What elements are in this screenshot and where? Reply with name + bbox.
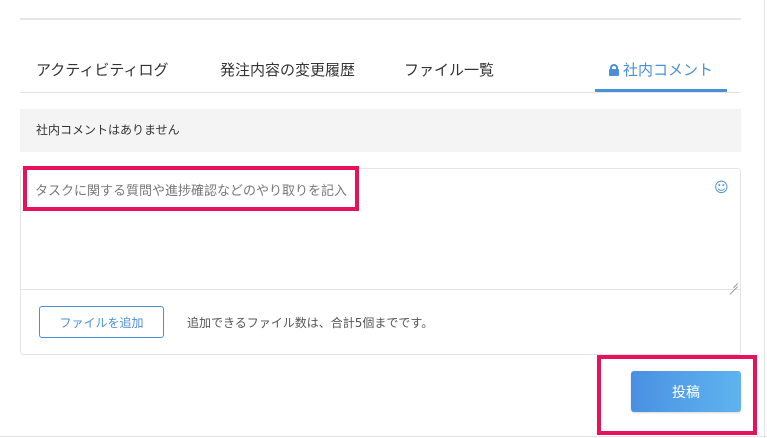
comment-input[interactable] bbox=[21, 169, 740, 290]
post-button[interactable]: 投稿 bbox=[631, 371, 741, 412]
tab-order-change-history[interactable]: 発注内容の変更履歴 bbox=[220, 56, 355, 92]
tab-internal-comments[interactable]: 社内コメント bbox=[594, 56, 728, 92]
panel-bottom-edge bbox=[0, 436, 767, 437]
top-divider bbox=[20, 18, 741, 20]
tab-activity-log[interactable]: アクティビティログ bbox=[36, 56, 168, 92]
comment-compose-box: ☺ ファイルを追加 追加できるファイル数は、合計5個までです。 bbox=[20, 168, 741, 355]
lock-icon bbox=[609, 64, 619, 76]
tab-file-list-label: ファイル一覧 bbox=[404, 61, 495, 79]
add-file-button[interactable]: ファイルを追加 bbox=[39, 306, 164, 338]
tab-internal-comments-label: 社内コメント bbox=[623, 61, 714, 79]
resize-handle-icon[interactable] bbox=[728, 277, 738, 287]
smiley-icon[interactable]: ☺ bbox=[714, 181, 729, 195]
tab-bar: アクティビティログ 発注内容の変更履歴 ファイル一覧 社内コメント bbox=[20, 56, 741, 93]
tab-activity-log-label: アクティビティログ bbox=[36, 61, 169, 79]
tab-file-list[interactable]: ファイル一覧 bbox=[404, 56, 494, 92]
panel-right-edge bbox=[764, 0, 765, 438]
file-limit-note: 追加できるファイル数は、合計5個までです。 bbox=[187, 316, 434, 330]
empty-comments-message: 社内コメントはありません bbox=[20, 109, 741, 152]
tab-order-change-history-label: 発注内容の変更履歴 bbox=[220, 61, 356, 79]
